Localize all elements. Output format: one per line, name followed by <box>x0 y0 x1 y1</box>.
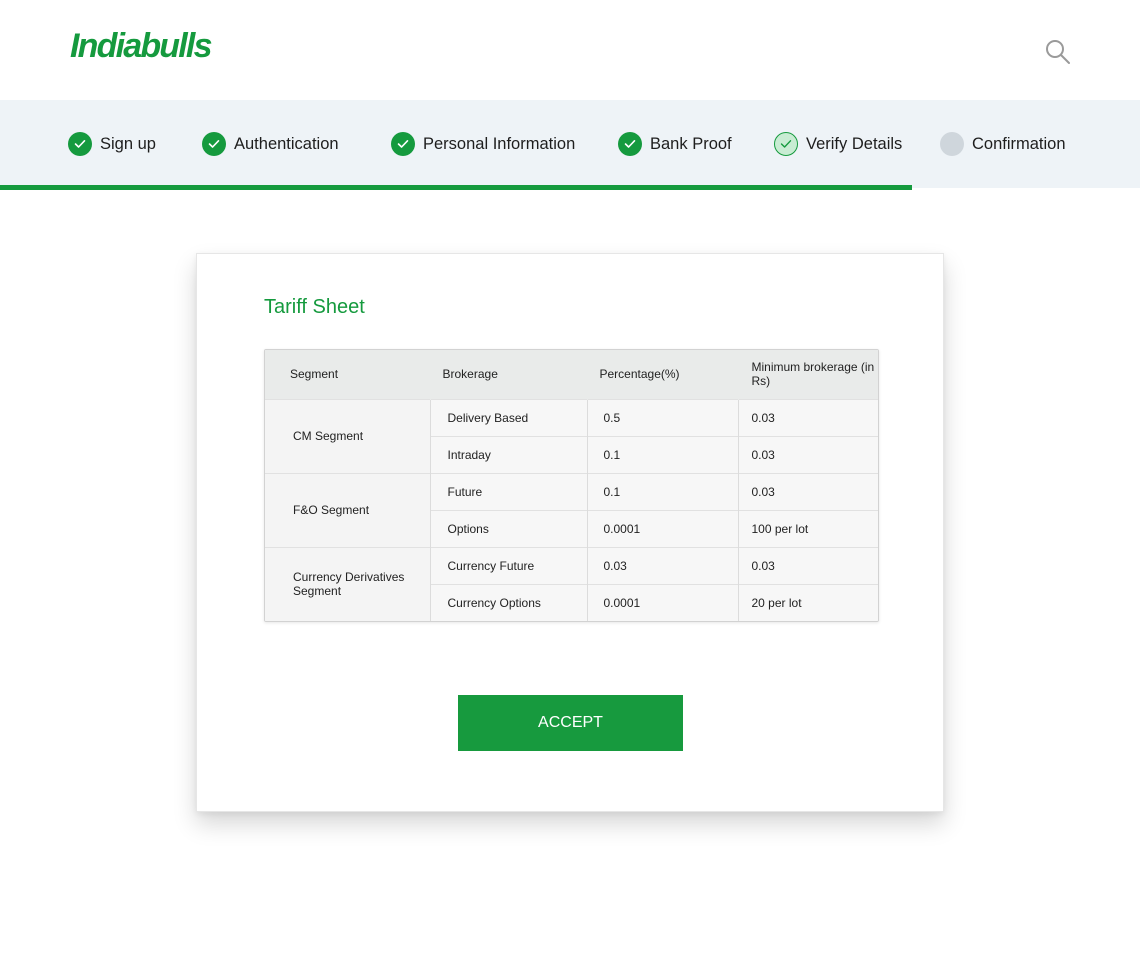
brand-logo[interactable]: Indiabulls <box>70 26 212 66</box>
check-icon <box>618 132 642 156</box>
brokerage-cell: Intraday <box>429 435 587 473</box>
progress-bar <box>0 185 1140 190</box>
table-row: F&O Segment Future 0.1 0.03 <box>265 472 878 547</box>
step-confirmation: Confirmation <box>940 131 1066 157</box>
minimum-cell: 100 per lot <box>737 509 878 547</box>
percentage-cell: 0.1 <box>586 435 738 473</box>
percentage-cell: 0.0001 <box>586 509 738 547</box>
pending-dot-icon <box>940 132 964 156</box>
minimum-cell: 0.03 <box>737 435 878 473</box>
percentage-cell: 0.5 <box>586 398 738 436</box>
percentage-cell: 0.1 <box>586 472 738 510</box>
table-row: CM Segment Delivery Based 0.5 0.03 <box>265 398 878 473</box>
step-verify-details: Verify Details <box>774 131 902 157</box>
header-segment: Segment <box>265 350 431 399</box>
brokerage-cell: Future <box>429 472 587 510</box>
check-icon <box>202 132 226 156</box>
header-percentage: Percentage(%) <box>587 350 739 399</box>
step-label: Sign up <box>100 134 156 153</box>
percentage-cell: 0.03 <box>586 546 738 584</box>
minimum-cell: 0.03 <box>737 398 878 436</box>
minimum-cell: 0.03 <box>737 472 878 510</box>
card-title: Tariff Sheet <box>264 296 365 318</box>
step-label: Confirmation <box>972 134 1066 153</box>
minimum-cell: 20 per lot <box>737 583 878 621</box>
check-icon <box>391 132 415 156</box>
brokerage-cell: Delivery Based <box>429 398 587 436</box>
progress-stepper: Sign up Authentication Personal Informat… <box>0 100 1140 188</box>
step-bank-proof: Bank Proof <box>618 131 732 157</box>
step-label: Authentication <box>234 134 339 153</box>
tariff-card: Tariff Sheet Segment Brokerage Percentag… <box>196 253 944 812</box>
accept-button[interactable]: ACCEPT <box>458 695 683 751</box>
brokerage-cell: Currency Options <box>429 583 587 621</box>
step-sign-up: Sign up <box>68 131 156 157</box>
table-header-row: Segment Brokerage Percentage(%) Minimum … <box>265 350 878 399</box>
segment-cell: F&O Segment <box>265 472 430 547</box>
brokerage-cell: Options <box>429 509 587 547</box>
tariff-table: Segment Brokerage Percentage(%) Minimum … <box>264 349 879 622</box>
progress-bar-fill <box>0 185 912 190</box>
header-minimum-brokerage: Minimum brokerage (in Rs) <box>738 350 878 399</box>
segment-cell: CM Segment <box>265 398 430 473</box>
check-icon <box>68 132 92 156</box>
step-label: Bank Proof <box>650 134 732 153</box>
top-header: Indiabulls <box>0 0 1140 100</box>
header-brokerage: Brokerage <box>430 350 588 399</box>
step-label: Personal Information <box>423 134 576 153</box>
step-label: Verify Details <box>806 134 903 153</box>
brokerage-cell: Currency Future <box>429 546 587 584</box>
table-row: Currency Derivatives Segment Currency Fu… <box>265 546 878 621</box>
minimum-cell: 0.03 <box>737 546 878 584</box>
percentage-cell: 0.0001 <box>586 583 738 621</box>
check-icon <box>774 132 798 156</box>
search-icon[interactable] <box>1044 38 1072 66</box>
segment-cell: Currency Derivatives Segment <box>265 546 430 621</box>
step-personal-information: Personal Information <box>391 131 575 157</box>
step-authentication: Authentication <box>202 131 339 157</box>
